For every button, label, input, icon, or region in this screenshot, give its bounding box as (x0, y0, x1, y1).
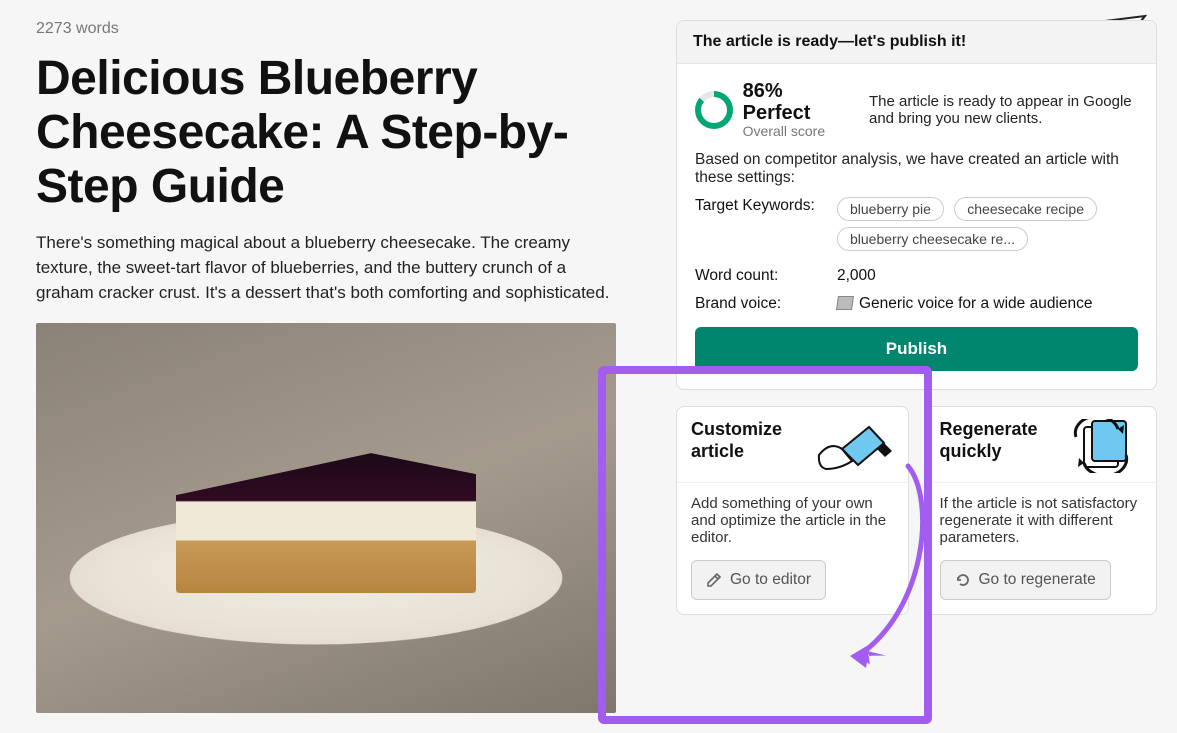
word-count: 2273 words (36, 20, 656, 38)
article-preview: 2273 words Delicious Blueberry Cheesecak… (36, 20, 656, 713)
voice-label: Brand voice: (695, 295, 825, 313)
flag-icon (836, 296, 854, 310)
keyword-pill[interactable]: blueberry cheesecake re... (837, 227, 1028, 251)
wordcount-value: 2,000 (837, 267, 876, 285)
score-block: 86% Perfect Overall score (695, 80, 855, 139)
go-to-regenerate-button[interactable]: Go to regenerate (940, 560, 1111, 600)
hero-image (36, 323, 616, 713)
customize-title: Customize article (691, 419, 811, 462)
regenerate-body: If the article is not satisfactory regen… (940, 495, 1143, 546)
score-label: Overall score (743, 124, 855, 139)
regenerate-title: Regenerate quickly (940, 419, 1060, 462)
voice-value: Generic voice for a wide audience (837, 295, 1093, 313)
ready-header: The article is ready—let's publish it! (677, 21, 1156, 64)
keywords-label: Target Keywords: (695, 197, 825, 215)
edit-icon (706, 572, 722, 588)
regenerate-pages-icon (1062, 419, 1142, 478)
wordcount-label: Word count: (695, 267, 825, 285)
customize-body: Add something of your own and optimize t… (691, 495, 894, 546)
analysis-text: Based on competitor analysis, we have cr… (695, 151, 1138, 187)
article-title: Delicious Blueberry Cheesecake: A Step-b… (36, 52, 656, 213)
score-value: 86% Perfect (743, 80, 855, 124)
regenerate-card: Regenerate quickly If the article (925, 406, 1158, 615)
publish-button[interactable]: Publish (695, 327, 1138, 371)
refresh-icon (955, 572, 971, 588)
ready-card: The article is ready—let's publish it! 8… (676, 20, 1157, 390)
customize-card: Customize article Add something of your … (676, 406, 909, 615)
ready-summary: The article is ready to appear in Google… (869, 93, 1138, 127)
score-ring-icon (695, 91, 733, 129)
keyword-pill[interactable]: blueberry pie (837, 197, 944, 221)
go-to-editor-button[interactable]: Go to editor (691, 560, 826, 600)
keyword-pill[interactable]: cheesecake recipe (954, 197, 1097, 221)
keywords-list: blueberry pie cheesecake recipe blueberr… (837, 197, 1138, 257)
pencil-hand-icon (814, 419, 894, 478)
article-intro: There's something magical about a bluebe… (36, 231, 626, 305)
